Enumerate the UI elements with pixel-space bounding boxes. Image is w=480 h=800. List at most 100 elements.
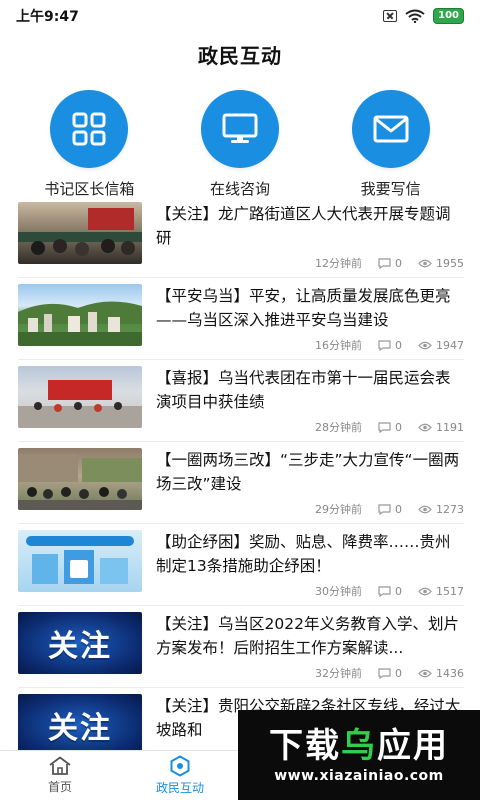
comment-count: 0 [378, 339, 402, 352]
watermark-part: 乌 [341, 726, 377, 766]
news-meta: 32分钟前 0 1436 [156, 665, 464, 681]
view-count-value: 1436 [436, 666, 464, 680]
news-body: 【平安乌当】平安，让高质量发展底色更亮——乌当区深入推进平安乌当建设 16分钟前… [142, 284, 464, 353]
quick-actions: 书记区长信箱 在线咨询 我要写信 [0, 90, 480, 199]
watermark-title: 下载乌应用 [269, 726, 449, 766]
status-bar: 上午9:47 100 [0, 0, 480, 32]
news-title: 【喜报】乌当代表团在市第十一届民运会表演项目中获佳绩 [156, 369, 451, 411]
news-meta: 28分钟前 0 1191 [156, 419, 464, 435]
news-item[interactable]: 【关注】龙广路街道区人大代表开展专题调研 12分钟前 0 1955 [18, 196, 464, 278]
view-count: 1436 [418, 667, 464, 680]
eye-icon [418, 341, 432, 349]
grid-icon [72, 112, 106, 146]
comment-count-value: 0 [395, 502, 402, 516]
write-letter-button[interactable]: 我要写信 [321, 90, 461, 199]
view-count: 1947 [418, 339, 464, 352]
news-body: 【喜报】乌当代表团在市第十一届民运会表演项目中获佳绩 28分钟前 0 1191 [142, 366, 464, 435]
view-count-value: 1517 [436, 584, 464, 598]
envelope-icon [373, 115, 409, 143]
news-thumbnail [18, 284, 142, 346]
thumbnail-caption: 关注 [48, 711, 112, 746]
comment-count-value: 0 [395, 420, 402, 434]
news-time: 28分钟前 [315, 421, 362, 434]
eye-icon [418, 423, 432, 431]
tab-home[interactable]: 首页 [0, 751, 120, 800]
view-count: 1191 [418, 421, 464, 434]
news-title: 【一圈两场三改】“三步走”大力宣传“一圈两场三改”建设 [156, 451, 460, 493]
comment-count-value: 0 [395, 666, 402, 680]
news-thumbnail [18, 202, 142, 264]
news-meta: 16分钟前 0 1947 [156, 337, 464, 353]
comment-count-value: 0 [395, 338, 402, 352]
action-circle [200, 90, 279, 168]
hexagon-icon [170, 755, 190, 777]
news-body: 【助企纾困】奖励、贴息、降费率……贵州制定13条措施助企纾困！ 30分钟前 0 … [142, 530, 464, 599]
news-item[interactable]: 关注 【关注】乌当区2022年义务教育入学、划片方案发布！后附招生工作方案解读.… [18, 606, 464, 688]
news-thumbnail: 关注 [18, 612, 142, 674]
comment-icon [378, 421, 391, 433]
wifi-icon [405, 9, 425, 23]
comment-count: 0 [378, 421, 402, 434]
news-thumbnail: 关注 [18, 694, 142, 756]
view-count: 1273 [418, 503, 464, 516]
city-photo [18, 301, 142, 346]
comment-count: 0 [378, 585, 402, 598]
news-thumbnail [18, 530, 142, 592]
thumbnail-caption: 关注 [48, 629, 112, 664]
eye-icon [418, 587, 432, 595]
news-time: 29分钟前 [315, 503, 362, 516]
secretary-mailbox-button[interactable]: 书记区长信箱 [19, 90, 159, 199]
news-item[interactable]: 【平安乌当】平安，让高质量发展底色更亮——乌当区深入推进平安乌当建设 16分钟前… [18, 278, 464, 360]
eye-icon [418, 669, 432, 677]
comment-icon [378, 339, 391, 351]
comment-icon [378, 667, 391, 679]
news-body: 【关注】乌当区2022年义务教育入学、划片方案发布！后附招生工作方案解读... … [142, 612, 464, 681]
news-time: 30分钟前 [315, 585, 362, 598]
comment-icon [378, 257, 391, 269]
news-meta: 12分钟前 0 1955 [156, 255, 464, 271]
status-time: 上午9:47 [16, 9, 79, 25]
view-count: 1517 [418, 585, 464, 598]
watermark-logo: 下载乌应用 www.xiazainiao.com [238, 710, 480, 800]
comment-count: 0 [378, 257, 402, 270]
view-count-value: 1191 [436, 420, 464, 434]
news-title: 【助企纾困】奖励、贴息、降费率……贵州制定13条措施助企纾困！ [156, 533, 451, 575]
view-count: 1955 [418, 257, 464, 270]
news-thumbnail [18, 366, 142, 428]
tab-label: 政民互动 [155, 781, 204, 795]
news-meta: 29分钟前 0 1273 [156, 501, 464, 517]
view-count-value: 1955 [436, 256, 464, 270]
stage-photo [18, 380, 142, 428]
comment-count-value: 0 [395, 256, 402, 270]
eye-icon [418, 259, 432, 267]
comment-count: 0 [378, 667, 402, 680]
comment-count: 0 [378, 503, 402, 516]
tab-interaction[interactable]: 政民互动 [120, 751, 240, 800]
news-item[interactable]: 【喜报】乌当代表团在市第十一届民运会表演项目中获佳绩 28分钟前 0 1191 [18, 360, 464, 442]
news-meta: 30分钟前 0 1517 [156, 583, 464, 599]
view-count-value: 1273 [436, 502, 464, 516]
comment-icon [378, 503, 391, 515]
news-title: 【关注】龙广路街道区人大代表开展专题调研 [156, 205, 451, 247]
news-time: 16分钟前 [315, 339, 362, 352]
status-icons: 100 [383, 8, 464, 24]
news-thumbnail [18, 448, 142, 510]
page-title: 政民互动 [198, 44, 282, 68]
no-sim-icon [383, 10, 398, 22]
comment-icon [378, 585, 391, 597]
view-count-value: 1947 [436, 338, 464, 352]
home-icon [49, 756, 71, 775]
action-circle [50, 90, 129, 168]
comment-count-value: 0 [395, 584, 402, 598]
battery-icon: 100 [433, 8, 464, 24]
tab-label: 首页 [47, 780, 72, 794]
watermark-part: 应用 [377, 726, 449, 766]
news-item[interactable]: 【一圈两场三改】“三步走”大力宣传“一圈两场三改”建设 29分钟前 0 1273 [18, 442, 464, 524]
meeting-photo [18, 208, 142, 256]
monitor-icon [222, 113, 258, 143]
infographic-image [26, 536, 134, 584]
news-item[interactable]: 【助企纾困】奖励、贴息、降费率……贵州制定13条措施助企纾困！ 30分钟前 0 … [18, 524, 464, 606]
news-list: 【关注】龙广路街道区人大代表开展专题调研 12分钟前 0 1955 【平安乌当】… [18, 196, 464, 770]
online-consult-button[interactable]: 在线咨询 [170, 90, 310, 199]
news-body: 【关注】龙广路街道区人大代表开展专题调研 12分钟前 0 1955 [142, 202, 464, 271]
